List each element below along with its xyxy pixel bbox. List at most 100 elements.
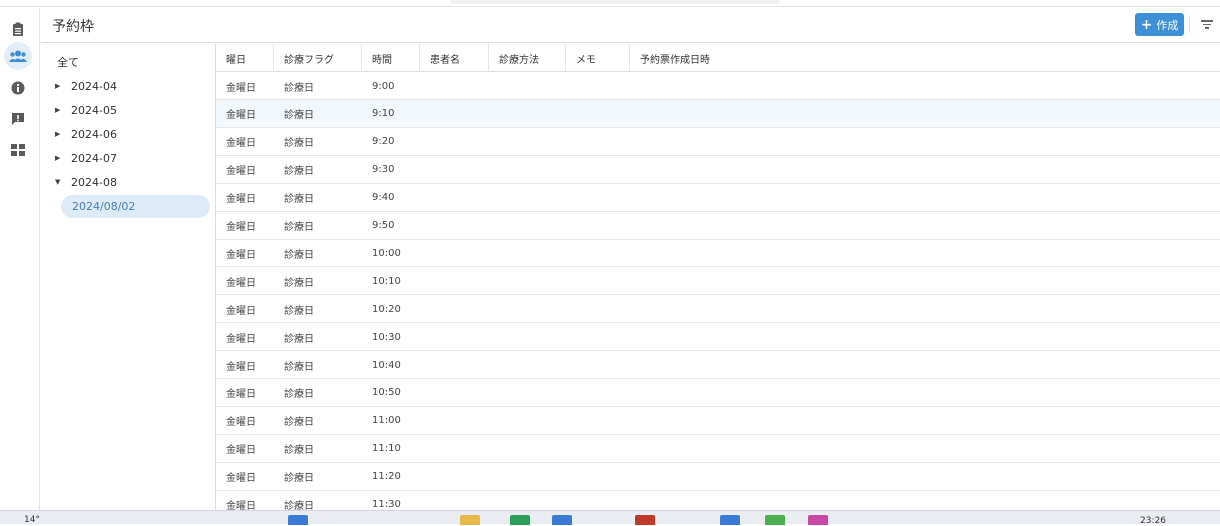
table-cell-weekday: 金曜日 (226, 166, 256, 178)
table-cell-weekday: 金曜日 (226, 138, 256, 150)
column-header-flag[interactable]: 診療フラグ (274, 44, 362, 72)
table-cell-time: 10:20 (372, 303, 401, 315)
table-cell-weekday: 金曜日 (226, 333, 256, 345)
tree-item-label: 2024-06 (71, 127, 117, 141)
table-row[interactable]: 金曜日 診療日 9:40 (216, 184, 1220, 212)
table-cell-flag: 診療日 (284, 333, 314, 345)
caret-right-icon: ▶ (55, 130, 61, 138)
table-row[interactable]: 金曜日 診療日 9:50 (216, 212, 1220, 240)
table-cell-time: 9:10 (372, 108, 395, 120)
table-cell-time: 10:00 (372, 247, 401, 259)
table-row[interactable]: 金曜日 診療日 10:30 (216, 323, 1220, 352)
tree-item-all[interactable]: 全て (57, 54, 79, 70)
table-cell-flag: 診療日 (284, 249, 314, 261)
dashboard-icon (11, 144, 25, 156)
table-cell-flag: 診療日 (284, 110, 314, 122)
caret-right-icon: ▶ (55, 106, 61, 114)
rail-item-dashboard[interactable] (4, 136, 32, 164)
table-row[interactable]: 金曜日 診療日 11:00 (216, 407, 1220, 435)
table-cell-time: 11:10 (372, 443, 401, 455)
column-header-weekday[interactable]: 曜日 (216, 44, 274, 72)
page-title: 予約枠 (52, 19, 94, 35)
table-cell-weekday: 金曜日 (226, 194, 256, 206)
table-row[interactable]: 金曜日 診療日 9:20 (216, 128, 1220, 156)
info-icon (11, 81, 25, 95)
create-button-label: 作成 (1156, 18, 1179, 32)
table-cell-weekday: 金曜日 (226, 445, 256, 457)
table-row[interactable]: 金曜日 診療日 11:30 (216, 491, 1220, 510)
tree-item-month[interactable]: ▶ 2024-06 (41, 122, 215, 146)
table-cell-flag: 診療日 (284, 445, 314, 457)
date-tree: 全て ▶ 2024-04 ▶ 2024-05 ▶ 2024-06 ▶ 2024-… (41, 44, 216, 510)
table-row[interactable]: 金曜日 診療日 10:40 (216, 351, 1220, 379)
table-cell-weekday: 金曜日 (226, 473, 256, 485)
table-row[interactable]: 金曜日 診療日 9:00 (216, 72, 1220, 100)
column-header-patient[interactable]: 患者名 (420, 44, 489, 72)
tree-item-label: 2024-07 (71, 151, 117, 165)
caret-right-icon: ▶ (55, 154, 61, 162)
tree-item-month[interactable]: ▶ 2024-07 (41, 146, 215, 170)
table-cell-weekday: 金曜日 (226, 361, 256, 373)
tree-item-day-selected[interactable]: 2024/08/02 (61, 195, 210, 218)
tree-item-month[interactable]: ▶ 2024-04 (41, 74, 215, 98)
table-cell-weekday: 金曜日 (226, 110, 256, 122)
os-taskbar: 14° 23:26 (0, 510, 1220, 526)
table-cell-time: 11:20 (372, 471, 401, 483)
table-cell-time: 11:30 (372, 499, 401, 510)
table-cell-flag: 診療日 (284, 277, 314, 289)
page-header: 予約枠 + 作成 (41, 8, 1220, 43)
table-cell-time: 10:30 (372, 331, 401, 343)
rail-item-feedback[interactable] (4, 105, 32, 133)
table-cell-flag: 診療日 (284, 305, 314, 317)
table-row[interactable]: 金曜日 診療日 10:00 (216, 239, 1220, 268)
table-cell-weekday: 金曜日 (226, 277, 256, 289)
table-cell-flag: 診療日 (284, 166, 314, 178)
tree-item-label: 2024-08 (71, 175, 117, 189)
table-header-row: 曜日 診療フラグ 時間 患者名 診療方法 メモ 予約票作成日時 (216, 44, 1220, 72)
table-cell-time: 9:20 (372, 136, 395, 148)
table-cell-flag: 診療日 (284, 82, 314, 94)
table-row[interactable]: 金曜日 診療日 10:50 (216, 379, 1220, 407)
users-icon (9, 50, 27, 62)
table-cell-weekday: 金曜日 (226, 389, 256, 401)
tree-item-month-expanded[interactable]: ▼ 2024-08 (41, 170, 215, 194)
browser-tab-area (450, 0, 780, 4)
rail-item-info[interactable] (4, 74, 32, 102)
clipboard-icon (13, 22, 23, 36)
table-cell-flag: 診療日 (284, 194, 314, 206)
table-row[interactable]: 金曜日 診療日 11:10 (216, 435, 1220, 463)
table-cell-weekday: 金曜日 (226, 222, 256, 233)
table-row[interactable]: 金曜日 診療日 9:30 (216, 156, 1220, 184)
table-row[interactable]: 金曜日 診療日 10:20 (216, 295, 1220, 324)
tree-item-month[interactable]: ▶ 2024-05 (41, 98, 215, 122)
table-cell-time: 9:30 (372, 164, 395, 176)
plus-icon: + (1140, 16, 1153, 33)
table-cell-weekday: 金曜日 (226, 417, 256, 429)
table-row[interactable]: 金曜日 診療日 9:10 (216, 99, 1220, 128)
rail-item-users[interactable] (4, 42, 32, 70)
column-header-created[interactable]: 予約票作成日時 (630, 44, 790, 72)
table-cell-flag: 診療日 (284, 501, 314, 510)
table-cell-time: 10:40 (372, 359, 401, 371)
table-cell-weekday: 金曜日 (226, 249, 256, 261)
create-button[interactable]: + 作成 (1135, 13, 1184, 36)
table-cell-time: 9:40 (372, 192, 395, 204)
table-cell-flag: 診療日 (284, 361, 314, 373)
column-header-time[interactable]: 時間 (362, 44, 420, 72)
table-row[interactable]: 金曜日 診療日 11:20 (216, 463, 1220, 491)
table-cell-flag: 診療日 (284, 473, 314, 485)
table-cell-time: 11:00 (372, 415, 401, 427)
table-row[interactable]: 金曜日 診療日 10:10 (216, 267, 1220, 296)
tree-item-label: 2024-04 (71, 79, 117, 93)
reservation-table: 曜日 診療フラグ 時間 患者名 診療方法 メモ 予約票作成日時 金曜日 診療日 9:… (216, 44, 1220, 510)
taskbar-clock: 23:26 (1140, 516, 1166, 526)
caret-down-icon: ▼ (55, 178, 61, 186)
browser-top-strip (0, 0, 1220, 7)
rail-item-clipboard[interactable] (4, 15, 32, 43)
column-header-method[interactable]: 診療方法 (489, 44, 566, 72)
column-header-memo[interactable]: メモ (566, 44, 630, 72)
filter-icon[interactable] (1201, 19, 1213, 29)
table-cell-flag: 診療日 (284, 417, 314, 429)
table-cell-weekday: 金曜日 (226, 82, 256, 94)
table-cell-weekday: 金曜日 (226, 501, 256, 510)
